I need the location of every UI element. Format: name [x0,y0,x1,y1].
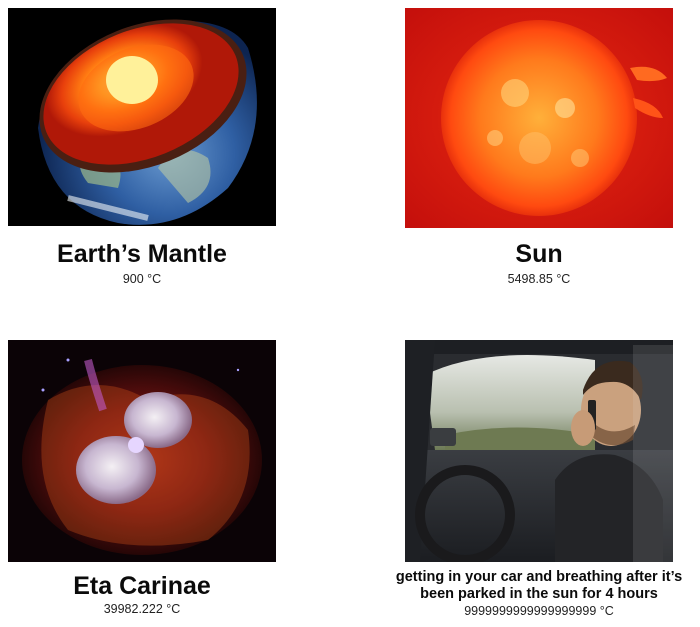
car-caption-line1: getting in your car and breathing after … [395,569,683,585]
earth-mantle-temperature: 900 °C [122,272,162,286]
man-in-car-photo [405,340,673,562]
car-caption-line2: been parked in the sun for 4 hours [420,586,658,602]
sun-temperature: 5498.85 °C [507,272,571,286]
eta-carinae-image [8,340,276,562]
sun-title: Sun [515,240,563,268]
sun-image [405,8,673,228]
car-temperature: 9999999999999999999 °C [464,604,614,618]
earth-mantle-title: Earth’s Mantle [57,240,227,268]
earth-mantle-image [8,8,276,226]
eta-carinae-temperature: 39982.222 °C [103,602,181,616]
eta-carinae-title: Eta Carinae [73,572,211,600]
